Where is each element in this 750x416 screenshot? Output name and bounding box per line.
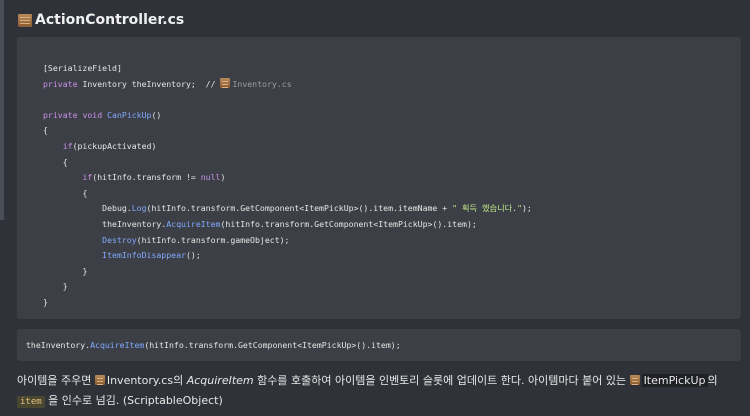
code-line: { xyxy=(82,187,88,198)
code-line: private void CanPickUp() xyxy=(43,109,162,120)
code-line: private Inventory theInventory; // Inven… xyxy=(43,77,292,89)
code-line: } xyxy=(43,296,48,307)
snippet-code-block: theInventory.AcquireItem(hitInfo.transfo… xyxy=(17,329,741,361)
left-edge-bar xyxy=(0,0,4,220)
file-icon xyxy=(220,77,231,88)
code-line: { xyxy=(43,125,48,136)
code-line: Destroy(hitInfo.transform.gameObject); xyxy=(102,234,290,245)
code-block: [SerializeField] private Inventory theIn… xyxy=(17,37,741,319)
page-heading: ActionController.cs xyxy=(18,12,184,28)
file-icon xyxy=(629,375,640,385)
code-line: ItemInfoDisappear(); xyxy=(102,250,201,261)
code-line: theInventory.AcquireItem(hitInfo.transfo… xyxy=(102,218,477,229)
code-line: if(pickupActivated) xyxy=(62,140,157,151)
code-line: } xyxy=(62,281,68,292)
code-line: } xyxy=(82,265,88,276)
code-line: [SerializeField] xyxy=(43,63,122,73)
file-icon xyxy=(18,13,32,27)
code-line: Debug.Log(hitInfo.transform.GetComponent… xyxy=(102,203,532,214)
file-icon xyxy=(94,375,105,385)
description-paragraph: 아이템을 주우면 Inventory.cs의 AcquireItem 함수를 호… xyxy=(17,374,718,408)
code-line: if(hitInfo.transform != null) xyxy=(82,172,226,183)
highlighted-filename: ItemPickUp xyxy=(641,374,708,387)
code-line: { xyxy=(62,156,68,167)
inline-code: item xyxy=(17,396,45,408)
heading-title: ActionController.cs xyxy=(35,12,185,28)
